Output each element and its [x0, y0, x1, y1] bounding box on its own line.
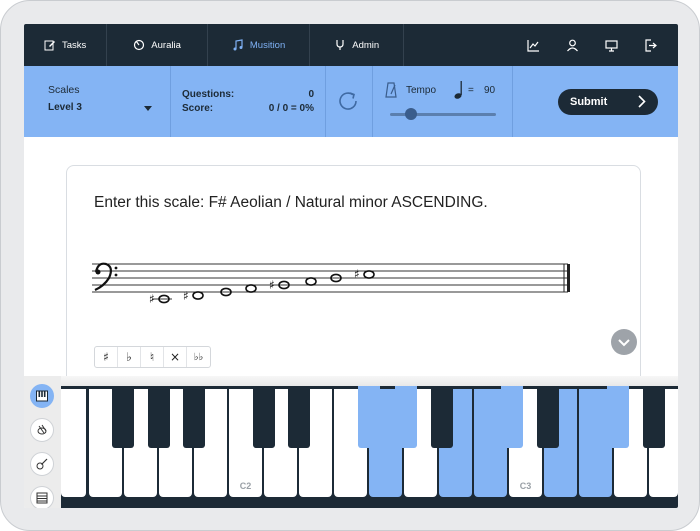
- piano-mode-button[interactable]: [30, 384, 54, 408]
- chevron-down-icon: [144, 106, 152, 111]
- logout-icon: [645, 38, 657, 52]
- tempo-equals: =: [468, 85, 474, 96]
- edit-icon: [44, 40, 55, 51]
- monitor-icon: [605, 39, 618, 52]
- note-b2: [245, 284, 257, 293]
- chevron-right-icon: [638, 95, 646, 108]
- piano-black-key[interactable]: [643, 386, 665, 448]
- svg-text:♯: ♯: [183, 289, 189, 303]
- key-label-c2: C2: [239, 481, 252, 491]
- piano-black-key[interactable]: [112, 386, 134, 448]
- piano-black-key[interactable]: [431, 386, 453, 448]
- guitar-mode-button[interactable]: [30, 452, 54, 476]
- svg-text:♯: ♯: [354, 267, 360, 281]
- natural-button[interactable]: ♮: [141, 347, 164, 367]
- note-gsharp2: ♯: [183, 289, 204, 303]
- chart-icon: [527, 39, 539, 52]
- tablet-frame: Tasks Auralia Musition Admin Scales Leve…: [0, 0, 700, 531]
- svg-text:♯: ♯: [269, 278, 275, 292]
- display-button[interactable]: [592, 24, 631, 66]
- musition-icon: [233, 39, 243, 51]
- piano-black-key[interactable]: [537, 386, 559, 448]
- tab-tasks-label: Tasks: [62, 39, 87, 51]
- stats-button[interactable]: [514, 24, 553, 66]
- tempo-value: 90: [484, 85, 496, 96]
- submit-label: Submit: [570, 96, 608, 108]
- tempo-label: Tempo: [406, 85, 437, 96]
- tab-auralia[interactable]: Auralia: [107, 24, 208, 66]
- piano-keyboard: C2 C3: [61, 386, 678, 508]
- drum-pad-icon: [37, 424, 47, 435]
- key-label-c3: C3: [519, 481, 532, 491]
- piano-key[interactable]: [61, 389, 86, 497]
- note-d3: [305, 277, 317, 286]
- top-nav: Tasks Auralia Musition Admin: [24, 24, 678, 66]
- control-bar: Scales Level 3 Questions: 0 Score: 0 / 0…: [24, 66, 678, 137]
- tab-musition[interactable]: Musition: [208, 24, 311, 66]
- app-screen: Tasks Auralia Musition Admin Scales Leve…: [24, 24, 678, 508]
- piano-black-key[interactable]: [183, 386, 205, 448]
- double-sharp-button[interactable]: ×: [164, 347, 187, 367]
- piano-black-key[interactable]: [148, 386, 170, 448]
- accidental-toolbar: ♯ ♭ ♮ × ♭♭: [94, 346, 211, 368]
- tab-admin[interactable]: Admin: [310, 24, 405, 66]
- piano-icon: [36, 390, 48, 402]
- user-icon: [567, 39, 578, 51]
- logout-button[interactable]: [631, 24, 670, 66]
- submit-button[interactable]: Submit: [558, 89, 658, 115]
- metronome-icon: [385, 82, 397, 98]
- profile-button[interactable]: [553, 24, 592, 66]
- double-flat-button[interactable]: ♭♭: [187, 347, 210, 367]
- tab-tasks[interactable]: Tasks: [24, 24, 108, 66]
- guitar-icon: [36, 458, 48, 470]
- reset-button[interactable]: [335, 88, 361, 114]
- piano-black-key-csharp[interactable]: [501, 386, 523, 448]
- quarter-note-icon: [454, 81, 462, 99]
- questions-label: Questions:: [182, 89, 235, 100]
- tab-auralia-label: Auralia: [151, 39, 181, 51]
- topic-label: Scales: [48, 84, 80, 96]
- svg-text:♯: ♯: [149, 292, 155, 306]
- note-fsharp2: ♯: [149, 292, 172, 306]
- tab-musition-label: Musition: [249, 39, 286, 51]
- level-select[interactable]: Level 3: [48, 102, 153, 113]
- piano-black-key-fsharp3[interactable]: [607, 386, 629, 448]
- nav-right-icons: [514, 24, 678, 66]
- piano-black-key[interactable]: [253, 386, 275, 448]
- sharp-button[interactable]: ♯: [95, 347, 118, 367]
- chevron-down-icon: [618, 339, 630, 347]
- score-label: Score:: [182, 103, 214, 114]
- auralia-icon: [134, 39, 145, 51]
- piano-black-key-fsharp[interactable]: [358, 386, 380, 448]
- scroll-down-button[interactable]: [611, 329, 637, 355]
- piano-black-key[interactable]: [288, 386, 310, 448]
- stethoscope-icon: [336, 40, 344, 50]
- refresh-icon: [339, 92, 357, 110]
- piano-black-key-gsharp[interactable]: [395, 386, 417, 448]
- drum-pad-mode-button[interactable]: [30, 418, 54, 442]
- staff-mode-button[interactable]: [30, 486, 54, 508]
- input-mode-tools: [24, 376, 61, 508]
- tab-admin-label: Admin: [352, 39, 380, 51]
- flat-button[interactable]: ♭: [118, 347, 141, 367]
- notation-icon: [36, 492, 48, 504]
- score-value: 0 / 0 = 0%: [268, 103, 314, 114]
- music-staff[interactable]: ♯ ♯ ♯ ♯: [92, 258, 572, 308]
- keyboard-divider: [24, 376, 678, 386]
- note-fsharp3: ♯: [354, 267, 375, 281]
- question-text: Enter this scale: F# Aeolian / Natural m…: [94, 194, 488, 211]
- questions-value: 0: [308, 89, 314, 100]
- bass-clef-icon: [94, 262, 118, 292]
